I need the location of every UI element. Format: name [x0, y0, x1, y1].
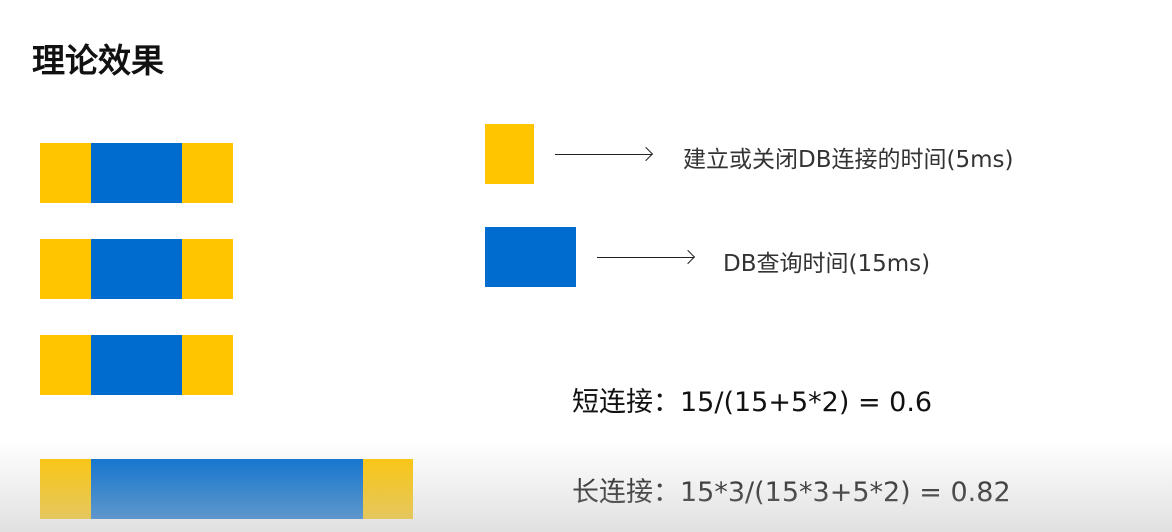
query-segment: [91, 459, 363, 519]
short-connection-bar-1: [40, 143, 233, 203]
long-connection-formula: 长连接：15*3/(15*3+5*2) = 0.82: [572, 477, 1011, 508]
arrow-icon: [555, 154, 652, 155]
short-connection-bar-3: [40, 335, 233, 395]
close-segment: [182, 143, 233, 203]
query-segment: [91, 239, 182, 299]
connect-segment: [40, 239, 91, 299]
query-segment: [91, 335, 182, 395]
short-connection-bar-2: [40, 239, 233, 299]
legend-label-query: DB查询时间(15ms): [723, 251, 931, 277]
close-segment: [182, 335, 233, 395]
close-segment: [182, 239, 233, 299]
connect-segment: [40, 459, 91, 519]
arrow-icon: [597, 257, 694, 258]
legend-swatch-connect: [485, 124, 534, 184]
slide-title: 理论效果: [32, 41, 164, 80]
legend-label-connect: 建立或关闭DB连接的时间(5ms): [683, 147, 1014, 173]
legend-swatch-query: [485, 227, 576, 287]
query-segment: [91, 143, 182, 203]
connect-segment: [40, 335, 91, 395]
close-segment: [363, 459, 413, 519]
connect-segment: [40, 143, 91, 203]
short-connection-formula: 短连接：15/(15+5*2) = 0.6: [572, 387, 933, 418]
long-connection-bar: [40, 459, 413, 519]
